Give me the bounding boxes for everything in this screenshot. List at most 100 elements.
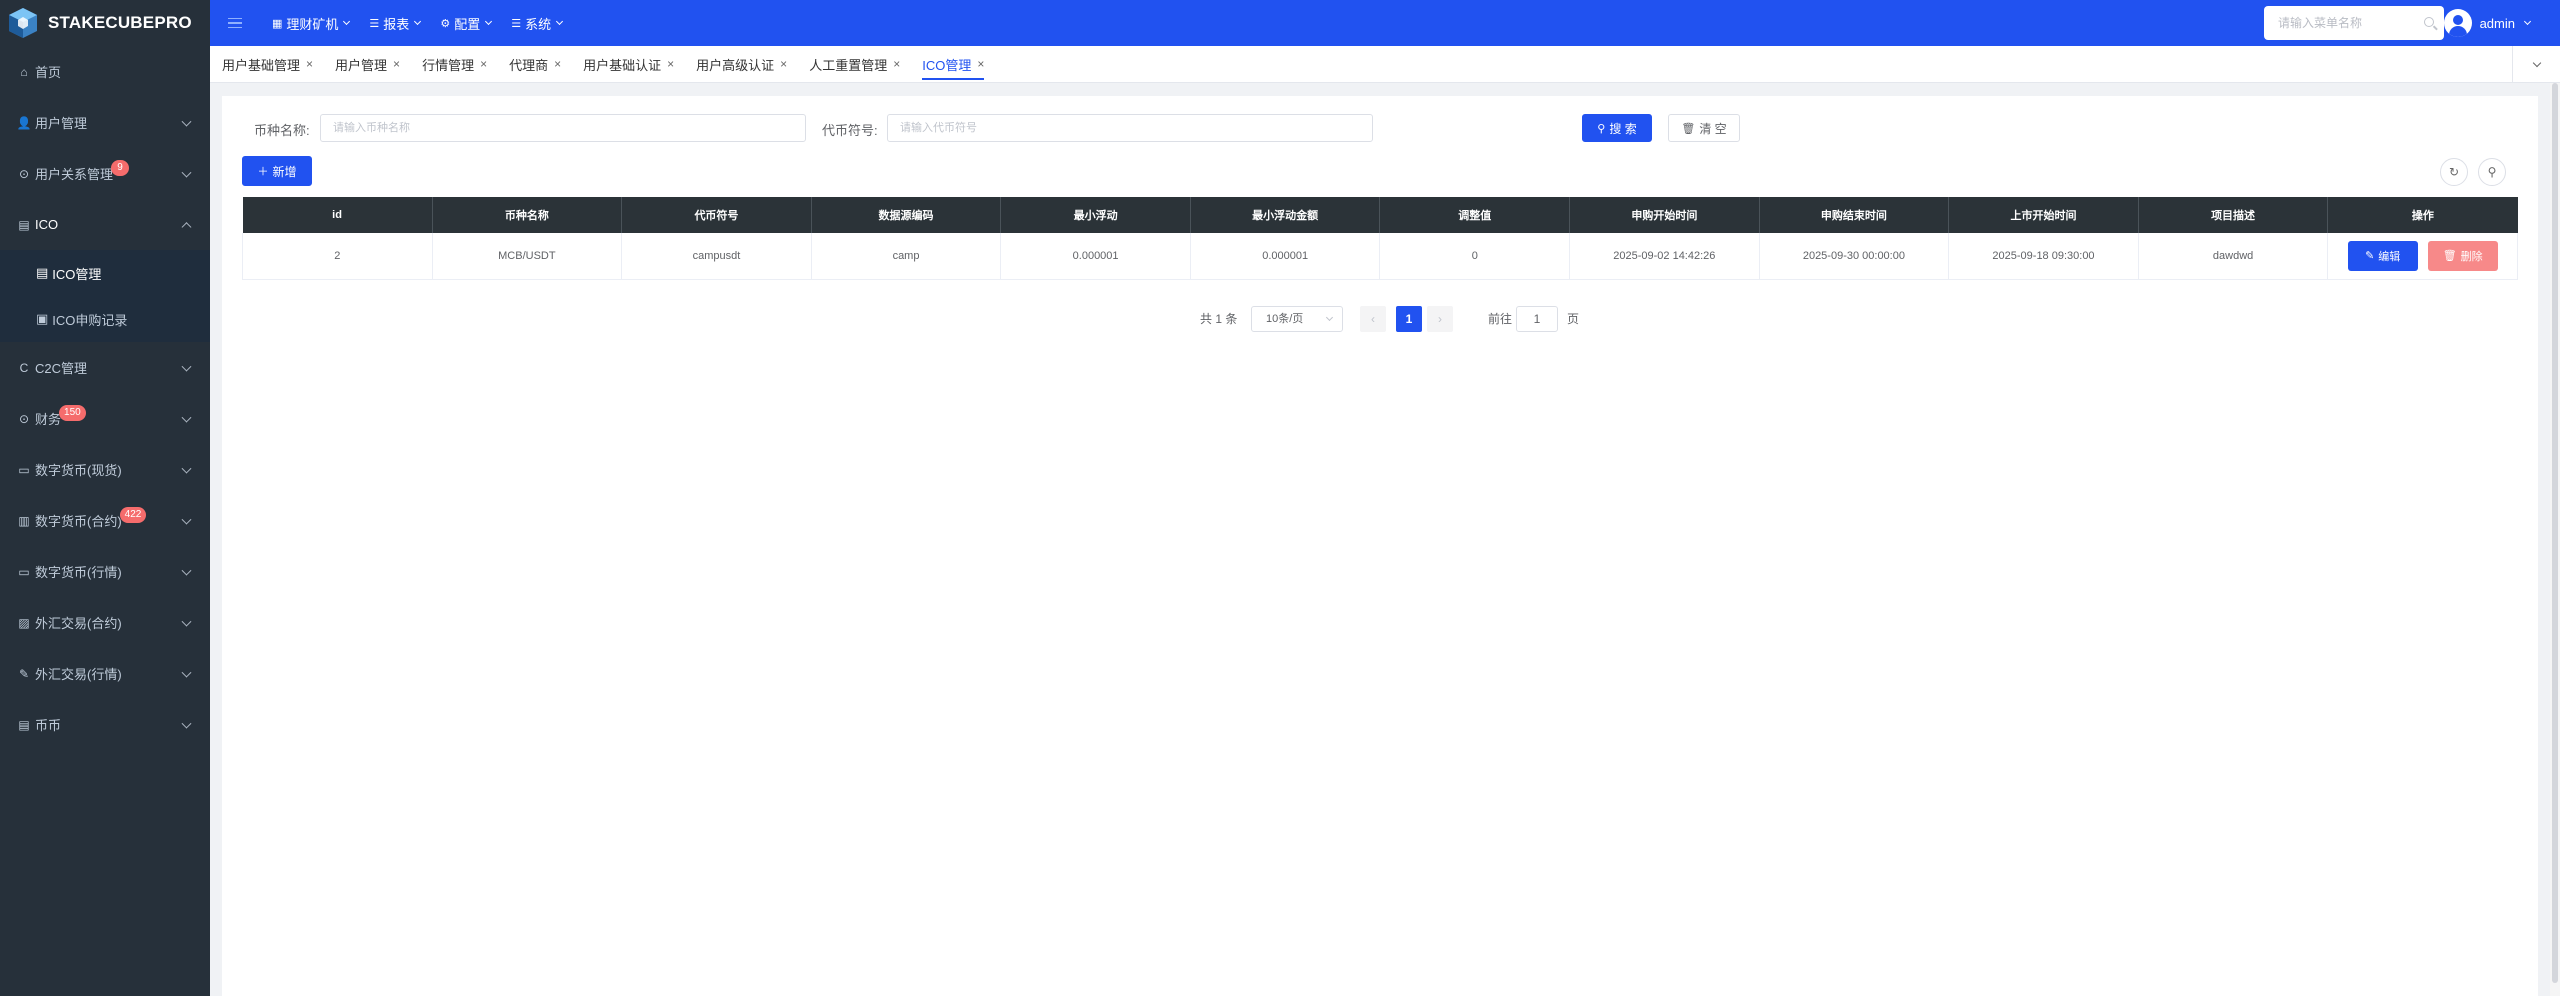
symbol-input[interactable]	[887, 114, 1373, 142]
document-icon: ▤	[18, 217, 30, 232]
nav-item-mining[interactable]: ▦ 理财矿机	[272, 14, 351, 33]
search-button[interactable]: ⚲ 搜 索	[1582, 114, 1652, 142]
sidebar-item-forex-market[interactable]: ✎ 外汇交易(行情)	[0, 648, 210, 699]
coin-name-input[interactable]	[320, 114, 806, 142]
sidebar-item-c2c[interactable]: C C2C管理	[0, 342, 210, 393]
page-number-current[interactable]: 1	[1396, 306, 1422, 332]
next-page-button[interactable]: ›	[1427, 306, 1453, 332]
chevron-down-icon	[181, 718, 192, 729]
tags-bar: 用户基础管理 × 用户管理 × 行情管理 × 代理商 × 用户基础认证 × 用户高级认证 ×…	[210, 46, 2560, 83]
trash-icon: 🗑	[2442, 250, 2457, 263]
close-icon[interactable]: ×	[306, 57, 313, 71]
sidebar-item-spot[interactable]: ▭ 数字货币(现货)	[0, 444, 210, 495]
sidebar: STAKECUBEPRO ⌂ 首页 👤 用户管理 ⊙ 用户关系管理 9 ▤ IC…	[0, 0, 210, 996]
page-scrollbar[interactable]	[2550, 83, 2560, 996]
toggle-search-button[interactable]: ⚲	[2478, 158, 2506, 186]
edit-button[interactable]: ✎ 编辑	[2347, 240, 2418, 271]
document-icon: ▤	[36, 265, 49, 280]
table-cell: 2025-09-30 00:00:00	[1759, 233, 1950, 280]
user-menu[interactable]: admin	[2443, 9, 2532, 37]
brand-name: STAKECUBEPRO	[48, 13, 192, 32]
table-cell: dawdwd	[2138, 233, 2329, 280]
user-icon: 👤	[16, 115, 32, 130]
sidebar-item-ico[interactable]: ▤ ICO	[0, 199, 210, 250]
tag-user-management[interactable]: 用户管理 ×	[335, 46, 400, 83]
sidebar-item-home[interactable]: ⌂ 首页	[0, 46, 210, 97]
add-button[interactable]: ＋ 新增	[242, 156, 312, 186]
sidebar-subitem-ico-records[interactable]: ▣ ICO申购记录	[0, 296, 210, 342]
tag-label: 代理商	[509, 57, 549, 73]
chevron-down-icon	[181, 412, 192, 423]
goto-page-input[interactable]	[1516, 306, 1558, 332]
scrollbar-thumb[interactable]	[2552, 83, 2558, 983]
prev-page-button[interactable]: ‹	[1360, 306, 1386, 332]
close-icon[interactable]: ×	[780, 57, 787, 71]
close-icon[interactable]: ×	[393, 57, 400, 71]
close-icon[interactable]: ×	[977, 57, 984, 71]
table-cell: 0.000001	[1190, 233, 1381, 280]
chevron-left-icon: ‹	[1371, 312, 1375, 326]
sidebar-item-user-management[interactable]: 👤 用户管理	[0, 97, 210, 148]
plus-icon: ＋	[257, 166, 269, 178]
hamburger-icon[interactable]	[228, 17, 242, 29]
sidebar-item-market[interactable]: ▭ 数字货币(行情)	[0, 546, 210, 597]
sidebar-item-relation[interactable]: ⊙ 用户关系管理 9	[0, 148, 210, 199]
tag-agent[interactable]: 代理商 ×	[509, 46, 561, 83]
tag-advanced-verification[interactable]: 用户高级认证 ×	[696, 46, 787, 83]
search-button-label: 搜 索	[1609, 121, 1637, 136]
chevron-down-icon	[2532, 58, 2541, 67]
coin-icon: ▤	[18, 717, 30, 732]
sidebar-item-contract[interactable]: ▥ 数字货币(合约) 422	[0, 495, 210, 546]
clear-button[interactable]: 🗑 清 空	[1668, 114, 1740, 142]
close-icon[interactable]: ×	[667, 57, 674, 71]
image-icon: ▣	[36, 311, 49, 326]
trash-icon: 🗑	[1681, 122, 1696, 135]
column-header: 上市开始时间	[1948, 197, 2139, 233]
tag-ico-management[interactable]: ICO管理 ×	[922, 46, 985, 83]
close-icon[interactable]: ×	[554, 57, 561, 71]
delete-button[interactable]: 🗑 删除	[2427, 240, 2498, 271]
page-size-select[interactable]: 10条/页	[1251, 306, 1343, 332]
tag-user-basic-management[interactable]: 用户基础管理 ×	[222, 46, 313, 83]
table-cell: 2	[242, 233, 433, 280]
nav-item-reports[interactable]: ☰ 报表	[369, 14, 422, 33]
finance-icon: ⊙	[18, 411, 30, 426]
tag-basic-verification[interactable]: 用户基础认证 ×	[583, 46, 674, 83]
table-header-row: id 币种名称 代币符号 数据源编码 最小浮动 最小浮动金额 调整值 申购开始时…	[242, 197, 2518, 233]
market-icon: ▭	[18, 564, 30, 579]
column-header: 币种名称	[432, 197, 623, 233]
nav-item-label: 配置	[454, 16, 481, 32]
sidebar-subitem-ico-management[interactable]: ▤ ICO管理	[0, 250, 210, 296]
page-suffix: 页	[1567, 312, 1580, 326]
goto-label: 前往	[1488, 312, 1513, 326]
chevron-down-icon	[181, 116, 192, 127]
sidebar-item-label: 外汇交易(行情)	[35, 667, 122, 682]
brand-logo[interactable]: STAKECUBEPRO	[0, 0, 210, 46]
chevron-down-icon	[181, 514, 192, 525]
close-icon[interactable]: ×	[480, 57, 487, 71]
sidebar-item-forex-contract[interactable]: ▨ 外汇交易(合约)	[0, 597, 210, 648]
sidebar-item-label: 用户管理	[35, 116, 88, 131]
close-icon[interactable]: ×	[893, 57, 900, 71]
menu-search-input[interactable]	[2278, 16, 2418, 30]
sidebar-item-label: 数字货币(现货)	[35, 463, 122, 478]
column-header: 申购结束时间	[1759, 197, 1950, 233]
sidebar-item-finance[interactable]: ⊙ 财务 150	[0, 393, 210, 444]
column-header: 项目描述	[2138, 197, 2329, 233]
nav-item-config[interactable]: ⚙ 配置	[440, 14, 493, 33]
sidebar-item-coin[interactable]: ▤ 币币	[0, 699, 210, 750]
c2c-icon: C	[19, 360, 29, 375]
table-cell: 2025-09-18 09:30:00	[1948, 233, 2139, 280]
tags-dropdown[interactable]	[2512, 46, 2560, 83]
chevron-down-icon	[181, 667, 192, 678]
coin-name-label: 币种名称:	[254, 123, 310, 138]
main-content: 币种名称: 代币符号: ⚲ 搜 索 🗑 清 空 ＋ 新增 ↻ ⚲ id 币种名称…	[222, 96, 2538, 996]
search-icon[interactable]	[2424, 17, 2434, 27]
tag-label: 行情管理	[422, 57, 475, 73]
tag-market-management[interactable]: 行情管理 ×	[422, 46, 487, 83]
chevron-down-icon	[556, 17, 564, 26]
refresh-button[interactable]: ↻	[2440, 158, 2468, 186]
nav-item-system[interactable]: ☰ 系统	[511, 14, 564, 33]
sidebar-item-label: ICO管理	[52, 266, 102, 282]
tag-manual-reset[interactable]: 人工重置管理 ×	[809, 46, 900, 83]
